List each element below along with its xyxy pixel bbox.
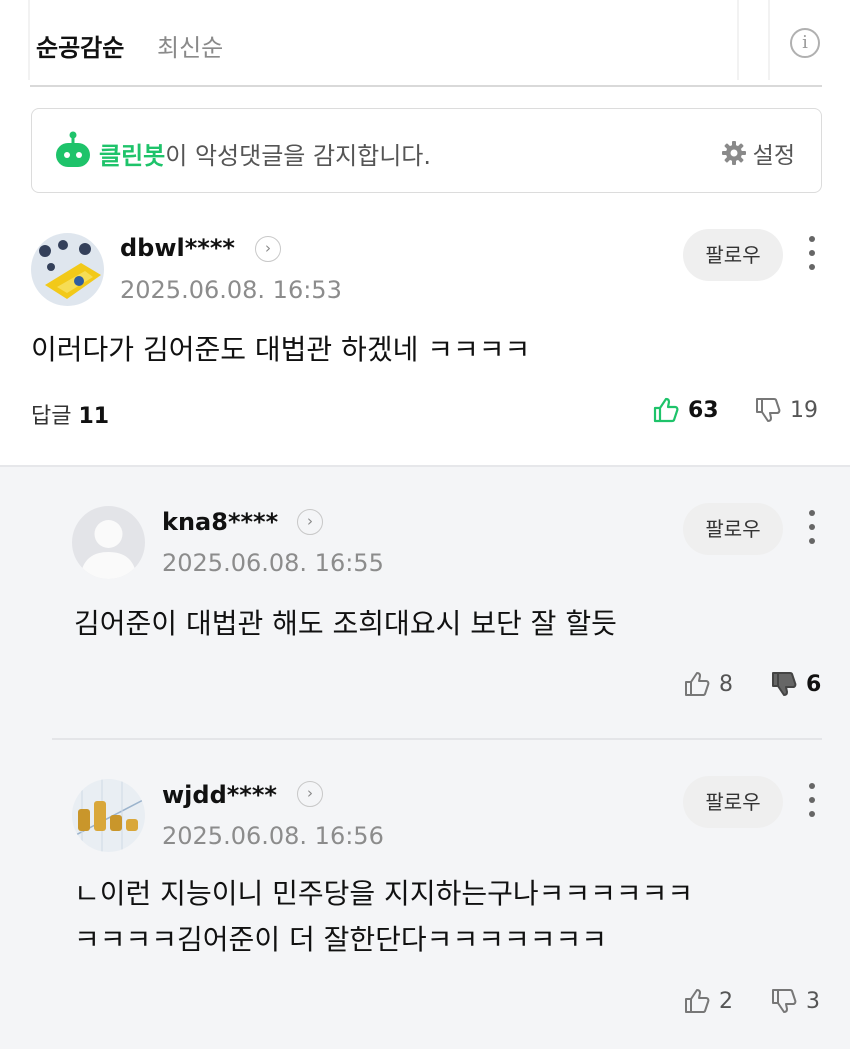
dislike-button[interactable]: 19 — [754, 396, 818, 424]
like-count: 2 — [719, 988, 733, 1014]
divider — [52, 738, 822, 740]
like-count: 8 — [719, 671, 733, 697]
thumbs-up-icon — [685, 672, 710, 696]
comment-text-line2: ㅋㅋㅋㅋ김어준이 더 잘한단다ㅋㅋㅋㅋㅋㅋㅋ — [74, 923, 608, 956]
follow-button[interactable]: 팔로우 — [683, 503, 783, 555]
chevron-right-icon[interactable]: › — [297, 509, 323, 535]
avatar[interactable] — [72, 506, 145, 579]
more-options-icon[interactable] — [802, 508, 822, 548]
reply-label: 답글 — [31, 404, 72, 429]
comment-username[interactable]: kna8**** — [162, 508, 278, 536]
comment-date: 2025.06.08. 16:56 — [162, 822, 384, 850]
comment-date: 2025.06.08. 16:53 — [120, 276, 342, 304]
comment-text-line1: ㄴ이런 지능이니 민주당을 지지하는구나ㅋㅋㅋㅋㅋㅋ — [74, 877, 694, 910]
avatar[interactable] — [72, 779, 145, 852]
dislike-button[interactable]: 3 — [770, 987, 820, 1015]
follow-button[interactable]: 팔로우 — [683, 776, 783, 828]
like-button[interactable]: 63 — [652, 396, 719, 424]
thumbs-down-icon — [772, 989, 797, 1013]
thumbs-up-icon — [653, 397, 679, 423]
dislike-button[interactable]: 6 — [770, 670, 821, 698]
comment-text: 김어준이 대법관 해도 조희대요시 보단 잘 할듯 — [74, 607, 617, 640]
comment: dbwl**** › 2025.06.08. 16:53 팔로우 이러다가 김어… — [0, 0, 850, 465]
comment-text: 이러다가 김어준도 대법관 하겠네 ㅋㅋㅋㅋ — [31, 333, 531, 366]
like-button[interactable]: 8 — [683, 670, 733, 698]
comment-date: 2025.06.08. 16:55 — [162, 549, 384, 577]
thumbs-up-icon — [685, 989, 710, 1013]
dislike-count: 6 — [806, 671, 822, 697]
reply-button[interactable]: 답글 11 — [31, 398, 109, 430]
thumbs-down-icon — [756, 398, 781, 422]
more-options-icon[interactable] — [802, 234, 822, 274]
follow-button[interactable]: 팔로우 — [683, 229, 783, 281]
more-options-icon[interactable] — [802, 781, 822, 821]
dislike-count: 19 — [790, 397, 818, 423]
like-count: 63 — [688, 397, 719, 423]
chevron-right-icon[interactable]: › — [297, 781, 323, 807]
comment-username[interactable]: dbwl**** — [120, 234, 235, 262]
chevron-right-icon[interactable]: › — [255, 236, 281, 262]
like-button[interactable]: 2 — [683, 987, 733, 1015]
thumbs-down-icon — [772, 672, 797, 696]
avatar[interactable] — [31, 233, 104, 306]
comment-username[interactable]: wjdd**** — [162, 781, 277, 809]
dislike-count: 3 — [806, 988, 820, 1014]
reply-count: 11 — [78, 404, 110, 429]
